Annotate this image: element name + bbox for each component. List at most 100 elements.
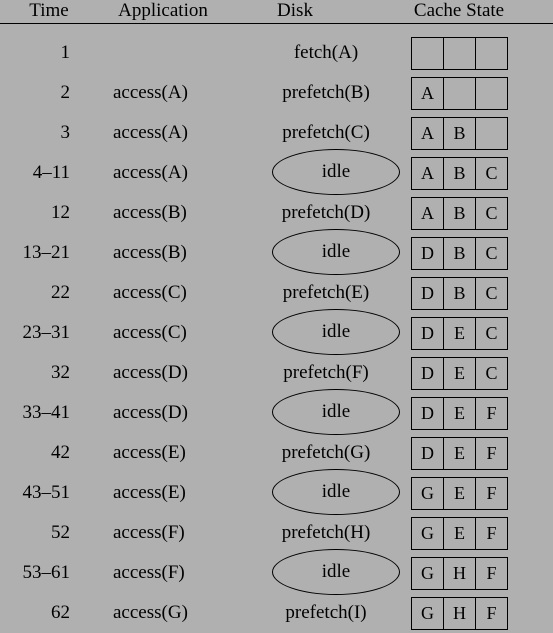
disk-idle-ellipse: idle — [272, 389, 400, 435]
cell-disk: prefetch(C) — [250, 113, 402, 153]
cache-grid: DBC — [411, 237, 508, 270]
table-row: 23–31 access(C) idle D E C — [0, 309, 553, 355]
cache-slot-3: C — [485, 203, 498, 223]
cell-application: access(F) — [113, 522, 185, 543]
cache-slot-3: F — [486, 443, 497, 463]
cell-disk: idle — [250, 229, 402, 275]
table-row: 43–51 access(E) idle G E F — [0, 469, 553, 515]
cell-application: access(G) — [113, 602, 188, 623]
cell-time: 3 — [60, 122, 71, 143]
cache-grid: ABC — [411, 197, 508, 230]
disk-idle-ellipse: idle — [272, 149, 400, 195]
cache-slot-2: H — [444, 598, 476, 629]
table-row: 12 access(B) prefetch(D) A B C — [0, 193, 553, 233]
cache-slot-1: A — [412, 158, 444, 189]
disk-operation-label: prefetch(I) — [285, 602, 367, 623]
cache-slot-1: A — [412, 118, 444, 149]
cell-cache-state: GHF — [411, 597, 508, 630]
cache-slot-3: C — [485, 243, 498, 263]
disk-idle-ellipse: idle — [272, 309, 400, 355]
cell-time: 52 — [51, 522, 70, 543]
cache-slot-2: B — [444, 238, 476, 269]
cache-slot-3: F — [486, 563, 497, 583]
table-header-row: Time Application Disk Cache State — [0, 0, 553, 23]
table-row: 62 access(G) prefetch(I) G H F — [0, 593, 553, 633]
cell-time: 12 — [51, 202, 70, 223]
cell-application: access(D) — [113, 402, 188, 423]
cell-time: 42 — [51, 442, 70, 463]
table-row: 13–21 access(B) idle D B C — [0, 229, 553, 275]
cell-cache-state: GEF — [411, 517, 508, 550]
cache-slot-3: F — [486, 403, 497, 423]
column-header-time: Time — [29, 0, 69, 21]
cache-slot-3: C — [485, 363, 498, 383]
cache-grid: A — [411, 77, 508, 110]
cell-application: access(E) — [113, 442, 186, 463]
cache-slot-2: E — [444, 438, 476, 469]
cell-disk: idle — [250, 469, 402, 515]
cell-time: 43–51 — [22, 482, 71, 503]
cell-disk: idle — [250, 549, 402, 595]
table-row: 2 access(A) prefetch(B) A — [0, 73, 553, 113]
cell-cache-state: DEC — [411, 317, 508, 350]
cell-application: access(C) — [113, 322, 187, 343]
cell-application — [113, 33, 253, 73]
table-row: 52 access(F) prefetch(H) G E F — [0, 513, 553, 553]
cell-cache-state: DEF — [411, 397, 508, 430]
cache-grid: GHF — [411, 557, 508, 590]
cell-cache-state — [411, 37, 508, 70]
cell-cache-state: DBC — [411, 237, 508, 270]
cell-time: 1 — [60, 42, 71, 63]
cache-grid: ABC — [411, 157, 508, 190]
cell-time: 62 — [51, 602, 70, 623]
cache-slot-3 — [476, 78, 507, 109]
cache-slot-3: F — [486, 603, 497, 623]
cache-grid: DEC — [411, 357, 508, 390]
cache-slot-2: E — [444, 358, 476, 389]
cell-time: 4–11 — [32, 162, 70, 183]
cache-slot-1: G — [412, 478, 444, 509]
cache-slot-3 — [476, 38, 507, 69]
disk-operation-label: prefetch(F) — [283, 362, 369, 383]
cell-disk: idle — [250, 309, 402, 355]
cell-cache-state: GHF — [411, 557, 508, 590]
disk-operation-label: fetch(A) — [293, 42, 359, 63]
cell-cache-state: AB — [411, 117, 508, 150]
cell-application: access(B) — [113, 242, 187, 263]
disk-idle-ellipse: idle — [272, 549, 400, 595]
table-row: 33–41 access(D) idle D E F — [0, 389, 553, 435]
cache-slot-3 — [476, 118, 507, 149]
cache-slot-1: G — [412, 558, 444, 589]
cache-grid: AB — [411, 117, 508, 150]
cell-time: 2 — [60, 82, 71, 103]
disk-operation-label: prefetch(D) — [281, 202, 371, 223]
cache-grid: DEF — [411, 437, 508, 470]
cache-slot-1: D — [412, 278, 444, 309]
cache-grid: DEC — [411, 317, 508, 350]
cell-disk: prefetch(F) — [250, 353, 402, 393]
cell-time: 33–41 — [22, 402, 71, 423]
cache-slot-2: E — [444, 478, 476, 509]
cache-slot-1: G — [412, 518, 444, 549]
cell-disk: prefetch(G) — [250, 433, 402, 473]
table-row: 42 access(E) prefetch(G) D E F — [0, 433, 553, 473]
disk-operation-label: prefetch(B) — [282, 82, 370, 103]
table-row: 53–61 access(F) idle G H F — [0, 549, 553, 595]
cache-grid: DBC — [411, 277, 508, 310]
cache-grid: GEF — [411, 517, 508, 550]
cell-application: access(D) — [113, 362, 188, 383]
cell-disk: prefetch(E) — [250, 273, 402, 313]
cache-slot-2 — [444, 38, 476, 69]
cache-slot-2: E — [444, 398, 476, 429]
cell-cache-state: DEC — [411, 357, 508, 390]
cell-disk: idle — [250, 389, 402, 435]
table-row: 22 access(C) prefetch(E) D B C — [0, 273, 553, 313]
cell-disk: prefetch(I) — [250, 593, 402, 633]
table-row: 32 access(D) prefetch(F) D E C — [0, 353, 553, 393]
cell-disk: fetch(A) — [250, 33, 402, 73]
cache-slot-1: A — [412, 78, 444, 109]
cell-time: 23–31 — [22, 322, 71, 343]
cache-slot-1: D — [412, 438, 444, 469]
cell-cache-state: ABC — [411, 157, 508, 190]
disk-operation-label: prefetch(G) — [281, 442, 371, 463]
